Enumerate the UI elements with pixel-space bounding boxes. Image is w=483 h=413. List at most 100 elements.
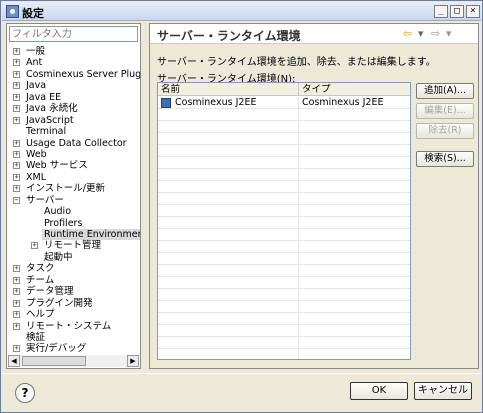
cancel-button[interactable]: キャンセル (414, 382, 472, 400)
expand-icon[interactable]: + (13, 173, 20, 181)
minimize-button[interactable]: _ (434, 5, 448, 18)
table-row[interactable] (158, 277, 410, 289)
back-menu-icon[interactable]: ▾ (418, 27, 424, 40)
tree-item[interactable]: + プラグイン開発 (7, 298, 140, 309)
table-row[interactable] (158, 349, 410, 359)
tree-item[interactable]: Terminal (7, 126, 140, 137)
table-row[interactable] (158, 325, 410, 337)
expand-icon[interactable]: + (13, 345, 20, 353)
forward-arrow-icon[interactable]: ⇨ (431, 27, 440, 40)
runtime-table[interactable]: 名前 タイプ Cosminexus J2EE Cosminexus J2EE (157, 82, 411, 360)
expand-icon[interactable]: + (13, 105, 20, 113)
back-arrow-icon[interactable]: ⇦ (403, 27, 412, 40)
expand-icon[interactable]: + (13, 93, 20, 101)
table-row[interactable] (158, 265, 410, 277)
tree-item[interactable]: + ヘルプ (7, 309, 140, 320)
expand-icon[interactable]: + (13, 265, 20, 273)
tree-item[interactable]: + Usage Data Collector (7, 138, 140, 149)
close-button[interactable]: × (466, 5, 480, 18)
collapse-icon[interactable]: − (13, 196, 20, 204)
tree-item[interactable]: + Java EE (7, 92, 140, 103)
tree-item[interactable]: + Java (7, 80, 140, 91)
table-row[interactable] (158, 241, 410, 253)
tree-item[interactable]: + リモート・システム (7, 321, 140, 332)
remove-button[interactable]: 除去(R) (416, 123, 474, 139)
expand-icon[interactable]: + (13, 185, 20, 193)
expand-icon[interactable]: + (13, 70, 20, 78)
tree-item[interactable]: + XML (7, 172, 140, 183)
tree-item[interactable]: + 一般 (7, 46, 140, 57)
table-row[interactable] (158, 169, 410, 181)
expand-icon[interactable]: + (13, 322, 20, 330)
expand-icon[interactable]: + (13, 288, 20, 296)
tree-item[interactable]: + 実行/デバッグ (7, 343, 140, 354)
scroll-left-icon[interactable]: ◀ (8, 355, 20, 367)
tree-item-label: Ant (26, 57, 43, 69)
runtime-name-cell: Cosminexus J2EE (175, 97, 257, 108)
expand-icon[interactable]: + (13, 162, 20, 170)
expand-icon[interactable]: + (13, 139, 20, 147)
table-row[interactable] (158, 109, 410, 121)
tree-item[interactable]: 起動中 (7, 252, 140, 263)
tree-item-label: プラグイン開発 (26, 297, 93, 309)
table-row[interactable] (158, 229, 410, 241)
tree-item[interactable]: + タスク (7, 263, 140, 274)
table-row[interactable] (158, 181, 410, 193)
table-row[interactable] (158, 337, 410, 349)
expand-icon[interactable]: + (13, 116, 20, 124)
forward-menu-icon[interactable]: ▾ (446, 27, 452, 40)
expand-icon[interactable]: + (13, 276, 20, 284)
edit-button[interactable]: 編集(E)... (416, 103, 474, 119)
expand-icon[interactable]: + (13, 59, 20, 67)
tree-item[interactable]: Profilers (7, 218, 140, 229)
table-row[interactable] (158, 145, 410, 157)
help-icon[interactable]: ? (15, 383, 35, 403)
tree-item[interactable]: + Web サービス (7, 160, 140, 171)
table-row[interactable] (158, 313, 410, 325)
filter-input[interactable] (9, 26, 138, 42)
search-button[interactable]: 検索(S)... (416, 151, 474, 167)
table-row[interactable] (158, 193, 410, 205)
table-row[interactable] (158, 121, 410, 133)
expand-icon[interactable]: + (13, 48, 20, 55)
tree-item[interactable]: + Ant (7, 57, 140, 68)
expand-icon[interactable]: + (13, 299, 20, 307)
tree-item[interactable]: + リモート管理 (7, 240, 140, 251)
expand-icon[interactable]: + (13, 311, 20, 319)
runtime-type-cell: Cosminexus J2EE (302, 97, 384, 108)
tree-item[interactable]: + JavaScript (7, 115, 140, 126)
table-row[interactable] (158, 301, 410, 313)
table-row[interactable] (158, 133, 410, 145)
tree-item[interactable]: Runtime Environments (7, 229, 140, 240)
table-row[interactable] (158, 157, 410, 169)
tree-item[interactable]: + Web (7, 149, 140, 160)
table-row[interactable] (158, 205, 410, 217)
table-row[interactable] (158, 217, 410, 229)
tree-item[interactable]: + データ管理 (7, 286, 140, 297)
tree-item[interactable]: Audio (7, 206, 140, 217)
tree-item[interactable]: + Cosminexus Server Plug-in (7, 69, 140, 80)
tree-item[interactable]: − サーバー (7, 195, 140, 206)
table-row[interactable] (158, 289, 410, 301)
table-row[interactable] (158, 253, 410, 265)
column-type-header[interactable]: タイプ (299, 83, 410, 96)
tree-item-label: Profilers (44, 217, 83, 229)
maximize-button[interactable]: □ (450, 5, 464, 18)
ok-button[interactable]: OK (350, 382, 408, 400)
expand-icon[interactable]: + (13, 150, 20, 158)
title-bar[interactable]: 設定 _ □ × (2, 2, 481, 21)
column-name-header[interactable]: 名前 (158, 83, 299, 96)
page-header: サーバー・ランタイム環境 ⇦ ▾ ⇨ ▾ (150, 24, 478, 44)
tree-item[interactable]: + インストール/更新 (7, 183, 140, 194)
tree-item[interactable]: + Java 永続化 (7, 103, 140, 114)
tree-item[interactable]: + チーム (7, 275, 140, 286)
tree-item[interactable]: 検証 (7, 332, 140, 343)
horizontal-scrollbar[interactable]: ◀ ▶ (8, 355, 139, 367)
add-button[interactable]: 追加(A)... (416, 83, 474, 99)
table-row[interactable]: Cosminexus J2EE Cosminexus J2EE (158, 97, 410, 109)
expand-icon[interactable]: + (31, 242, 38, 250)
scroll-thumb[interactable] (22, 356, 86, 366)
scroll-right-icon[interactable]: ▶ (127, 355, 139, 367)
category-panel: + 一般 + Ant + Cosminexus Server Plug-in + Java + J… (6, 23, 141, 369)
expand-icon[interactable]: + (13, 82, 20, 90)
